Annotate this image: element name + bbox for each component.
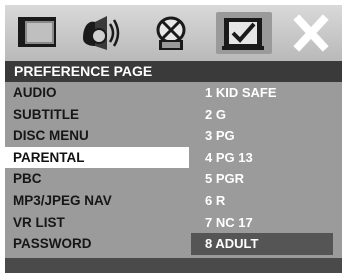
option-adult[interactable]: 8 ADULT [191,233,333,255]
preference-menu: AUDIO SUBTITLE DISC MENU PARENTAL PBC MP… [5,82,189,255]
menu-item-vr-list[interactable]: VR LIST [5,212,189,234]
menu-item-mp3-jpeg-nav[interactable]: MP3/JPEG NAV [5,190,189,212]
preference-setup-icon [222,18,264,50]
menu-item-pbc[interactable]: PBC [5,168,189,190]
setup-tab-bar [5,5,342,61]
menu-item-password[interactable]: PASSWORD [5,233,189,255]
audio-setup-icon [83,16,120,50]
audio-setup-tab[interactable] [77,12,125,54]
page-title: PREFERENCE PAGE [5,61,342,82]
video-setup-icon [156,16,186,50]
option-kid-safe[interactable]: 1 KID SAFE [189,82,342,104]
option-pg[interactable]: 3 PG [189,125,342,147]
video-setup-tab[interactable] [147,12,195,54]
parental-options: 1 KID SAFE 2 G 3 PG 4 PG 13 5 PGR 6 R 7 … [189,82,342,255]
option-pgr[interactable]: 5 PGR [189,168,342,190]
dvd-setup-screen: PREFERENCE PAGE AUDIO SUBTITLE DISC MENU… [0,0,347,278]
status-bar [5,258,342,273]
preference-setup-tab[interactable] [216,12,272,54]
option-r[interactable]: 6 R [189,190,342,212]
general-setup-tab[interactable] [13,12,61,54]
menu-item-disc-menu[interactable]: DISC MENU [5,125,189,147]
general-setup-icon [18,17,56,47]
option-g[interactable]: 2 G [189,104,342,126]
menu-item-audio[interactable]: AUDIO [5,82,189,104]
option-pg-13[interactable]: 4 PG 13 [189,147,342,169]
exit-tab[interactable] [287,12,335,54]
menu-item-parental[interactable]: PARENTAL [5,146,189,169]
exit-icon [293,14,329,52]
menu-item-subtitle[interactable]: SUBTITLE [5,104,189,126]
option-nc-17[interactable]: 7 NC 17 [189,212,342,234]
menu-panel: AUDIO SUBTITLE DISC MENU PARENTAL PBC MP… [5,82,342,258]
